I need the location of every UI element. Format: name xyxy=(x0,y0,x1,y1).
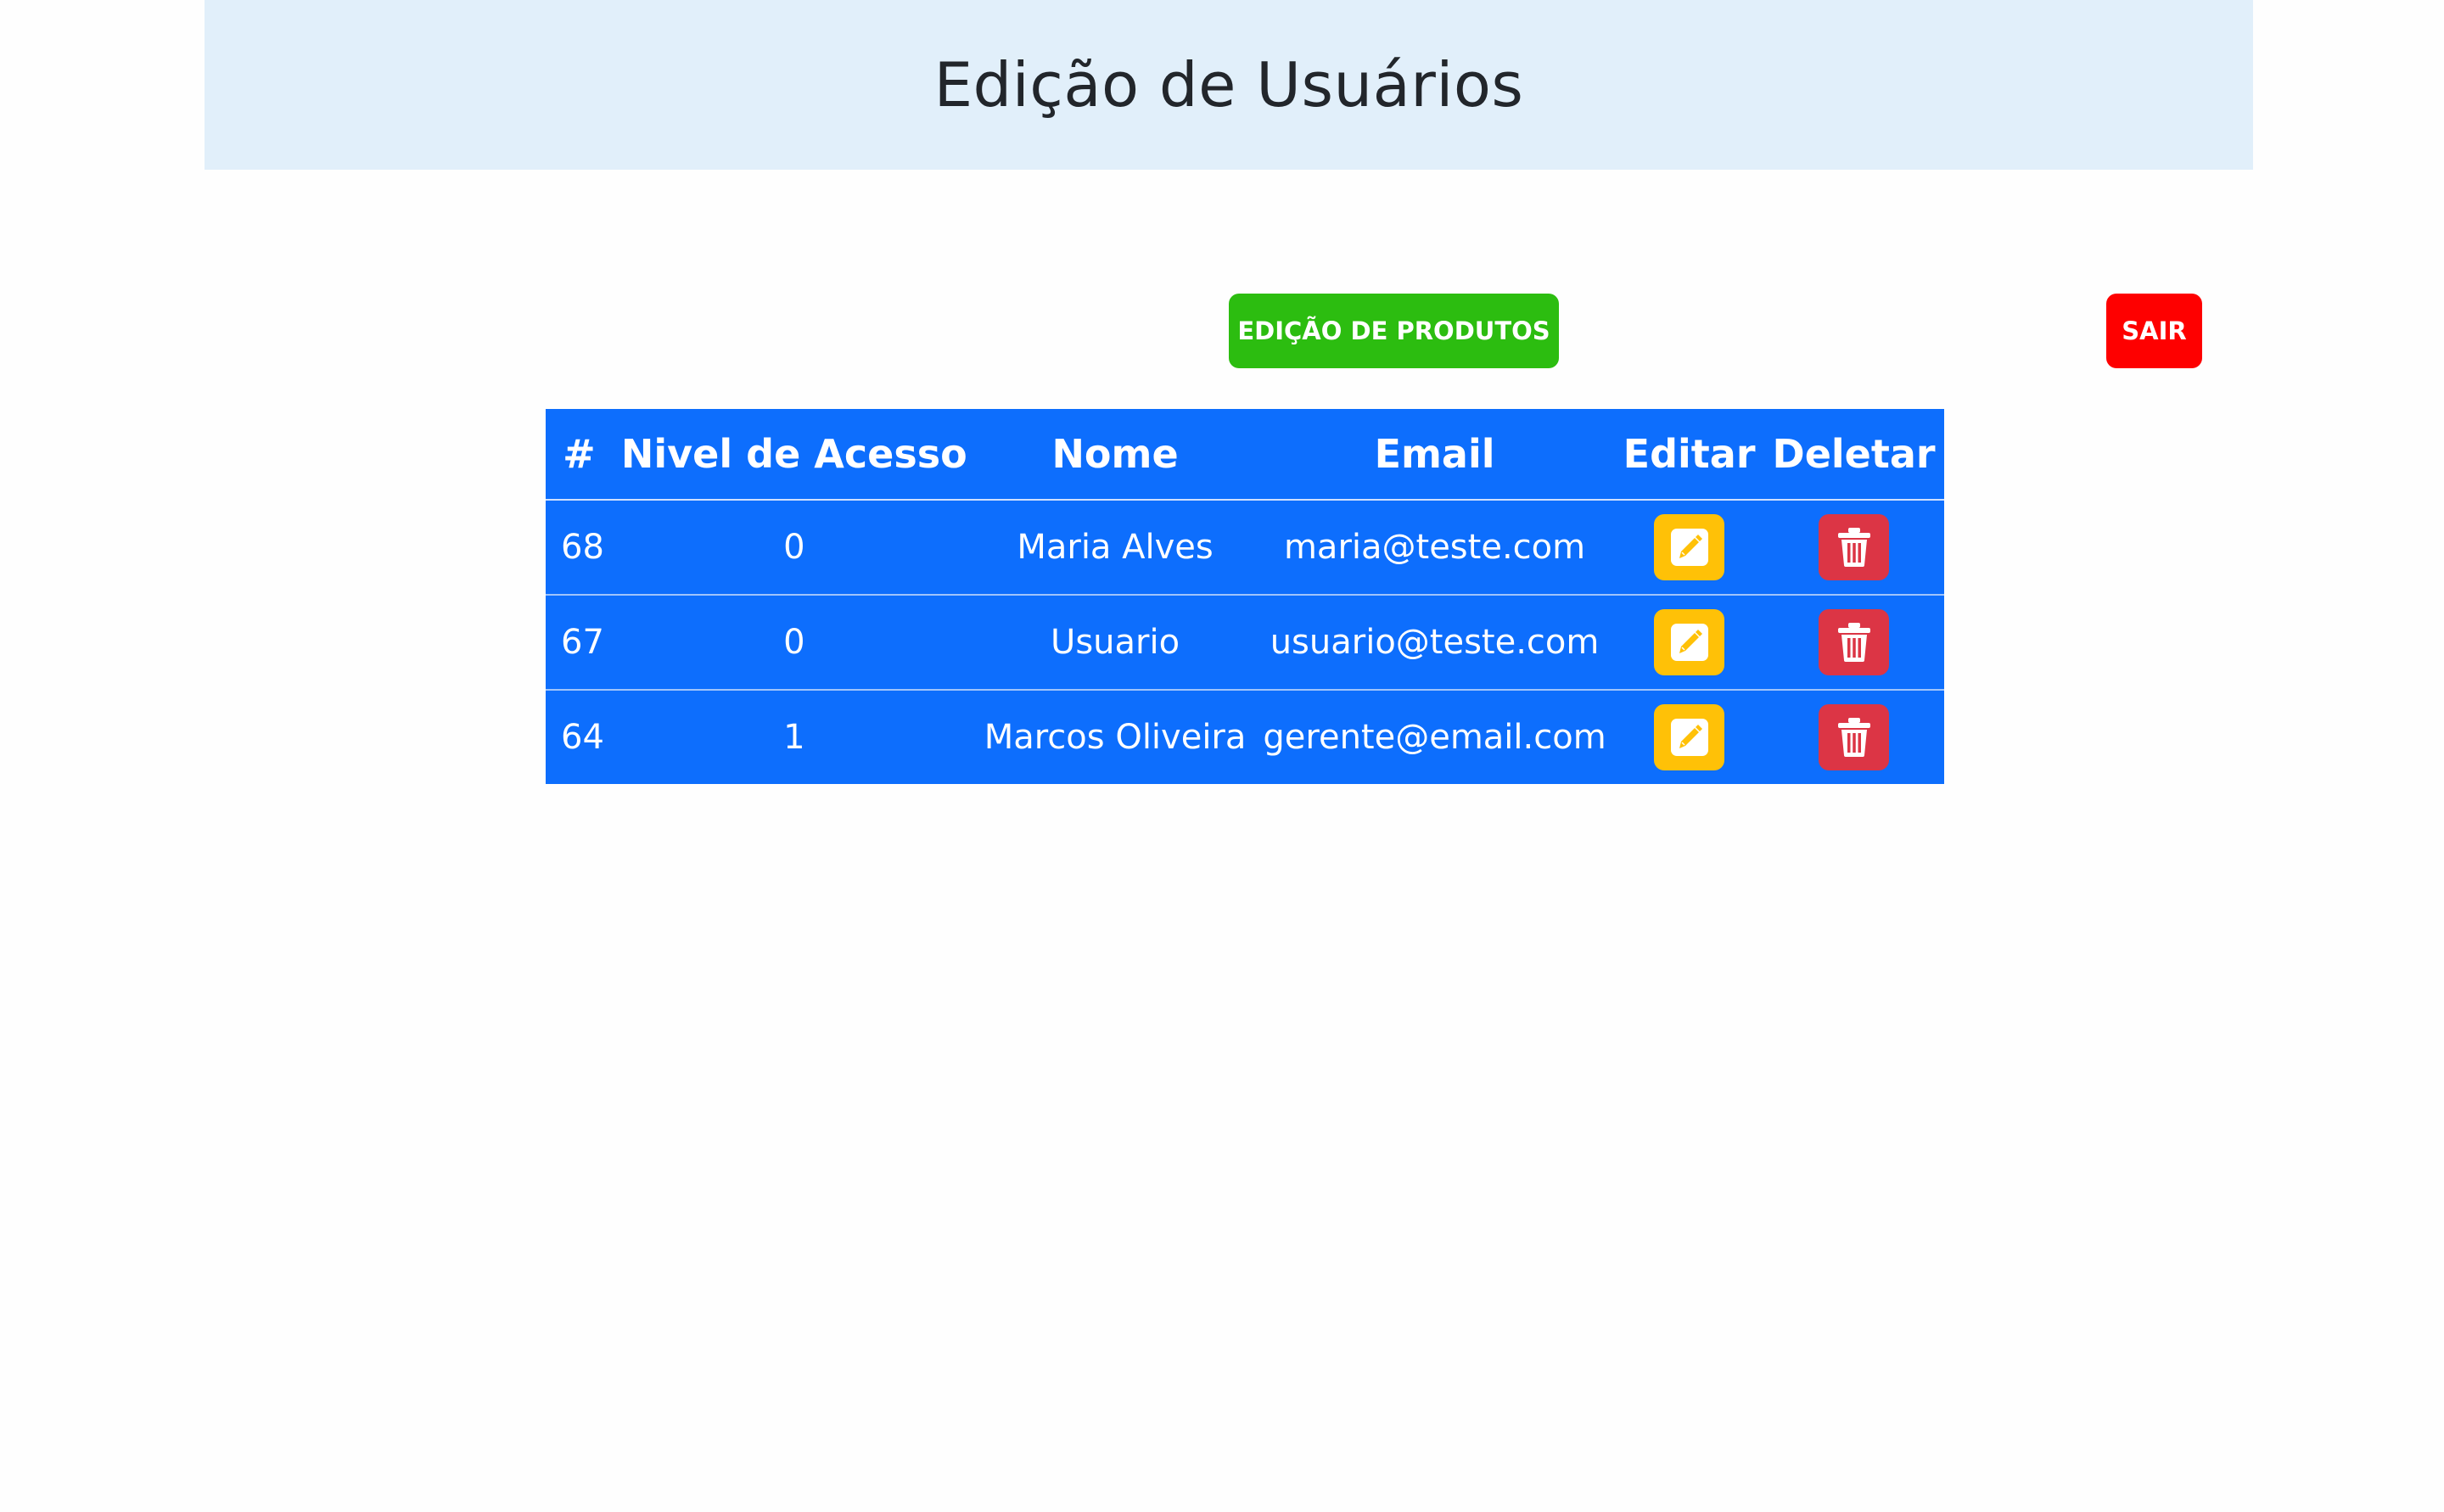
delete-cell xyxy=(1764,690,1944,784)
user-id-cell: 67 xyxy=(546,595,613,691)
edicao-produtos-button[interactable]: EDIÇÃO DE PRODUTOS xyxy=(1229,294,1559,368)
table-row: 64 1 Marcos Oliveira gerente@email.com xyxy=(546,690,1944,784)
trash-icon xyxy=(1837,718,1870,757)
delete-cell xyxy=(1763,500,1944,596)
edit-cell xyxy=(1614,595,1764,691)
page-title: Edição de Usuários xyxy=(933,49,1524,120)
delete-user-button[interactable] xyxy=(1819,704,1890,770)
user-nivel-cell: 1 xyxy=(783,718,805,757)
user-nivel-cell: 0 xyxy=(612,595,976,691)
edit-user-button[interactable] xyxy=(1654,704,1725,770)
page-header: Edição de Usuários xyxy=(205,0,2253,170)
table-row: 68 0 Maria Alves maria@teste.com xyxy=(546,500,1944,596)
pencil-square-icon xyxy=(1670,624,1708,661)
trash-icon xyxy=(1837,623,1870,662)
edit-user-button[interactable] xyxy=(1654,514,1725,580)
user-nome-cell: Maria Alves xyxy=(975,500,1255,596)
delete-user-button[interactable] xyxy=(1819,514,1890,580)
users-table-head: # Nivel de Acesso Nome Email Editar Dele… xyxy=(546,409,1944,501)
column-header-email: Email xyxy=(1254,409,1615,501)
users-table: # Nivel de Acesso Nome Email Editar Dele… xyxy=(546,409,1944,784)
column-header-nome: Nome xyxy=(975,409,1255,501)
header-row: # Nivel de Acesso Nome Email Editar Dele… xyxy=(546,409,1944,501)
edit-cell xyxy=(1615,690,1764,784)
column-header-deletar: Deletar xyxy=(1763,409,1944,501)
pencil-square-icon xyxy=(1670,719,1708,756)
user-email-cell: gerente@email.com xyxy=(1263,718,1606,757)
user-id-cell: 64 xyxy=(561,718,604,757)
column-header-id: # xyxy=(546,409,613,501)
column-header-nivel: Nivel de Acesso xyxy=(612,409,976,501)
page: Edição de Usuários EDIÇÃO DE PRODUTOS SA… xyxy=(0,0,2444,1512)
user-nome-cell: Marcos Oliveira xyxy=(984,718,1247,757)
edit-user-button[interactable] xyxy=(1654,609,1725,675)
user-email-cell: usuario@teste.com xyxy=(1254,595,1615,691)
trash-icon xyxy=(1837,528,1870,567)
pencil-square-icon xyxy=(1670,529,1708,566)
users-table-body: 68 0 Maria Alves maria@teste.com 67 0 Us… xyxy=(546,500,1944,784)
user-nome-cell: Usuario xyxy=(975,595,1255,691)
user-nivel-cell: 0 xyxy=(612,500,976,596)
user-email-cell: maria@teste.com xyxy=(1254,500,1615,596)
user-id-cell: 68 xyxy=(546,500,613,596)
delete-user-button[interactable] xyxy=(1819,609,1890,675)
sair-button[interactable]: SAIR xyxy=(2106,294,2202,368)
delete-cell xyxy=(1763,595,1944,691)
edit-cell xyxy=(1614,500,1764,596)
column-header-editar: Editar xyxy=(1614,409,1764,501)
table-row: 67 0 Usuario usuario@teste.com xyxy=(546,595,1944,691)
